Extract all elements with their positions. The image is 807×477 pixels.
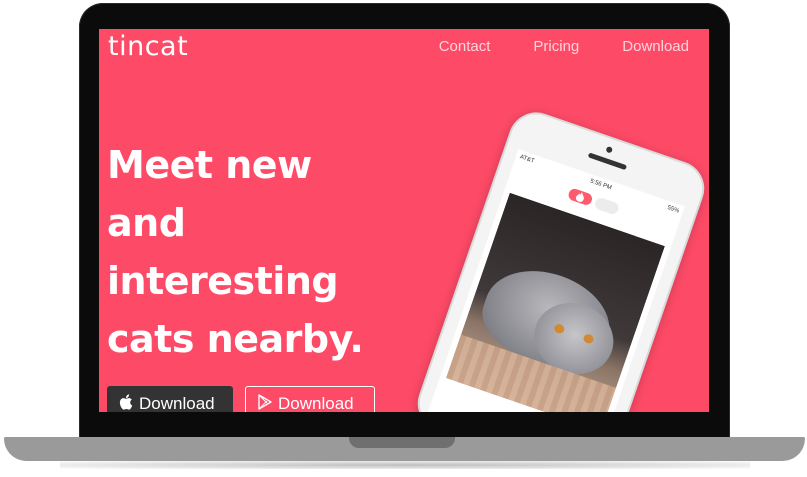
laptop-shadow [60, 461, 750, 469]
google-play-download-button[interactable]: Download [245, 386, 375, 412]
headline-line-2: and [107, 201, 186, 245]
headline-line-4: cats nearby. [107, 317, 364, 361]
carrier-label: AT&T [519, 153, 536, 165]
google-play-download-label: Download [278, 394, 354, 412]
phone-camera [605, 145, 614, 154]
top-nav: Contact Pricing Download [439, 38, 689, 55]
landing-page-screen: tincat Contact Pricing Download Meet new… [99, 29, 709, 412]
laptop-notch [349, 437, 455, 448]
headline-line-1: Meet new [107, 143, 312, 187]
hero-headline: Meet new and interesting cats nearby. [107, 136, 427, 368]
brand-logo[interactable]: tincat [108, 31, 188, 62]
app-store-download-button[interactable]: Download [107, 386, 233, 412]
chat-toggle-icon [593, 196, 621, 216]
battery-label: 55% [666, 204, 680, 215]
phone-mockup: AT&T 5:56 PM 55% [410, 104, 709, 412]
headline-line-3: interesting [107, 259, 339, 303]
phone-screen: AT&T 5:56 PM 55% [427, 149, 685, 412]
phone-speaker [587, 152, 628, 171]
google-play-icon [258, 393, 272, 413]
nav-contact[interactable]: Contact [439, 38, 491, 55]
nav-download[interactable]: Download [622, 38, 689, 55]
app-store-download-label: Download [139, 394, 215, 412]
apple-icon [119, 393, 133, 413]
flame-icon [567, 187, 594, 207]
nav-pricing[interactable]: Pricing [533, 38, 579, 55]
